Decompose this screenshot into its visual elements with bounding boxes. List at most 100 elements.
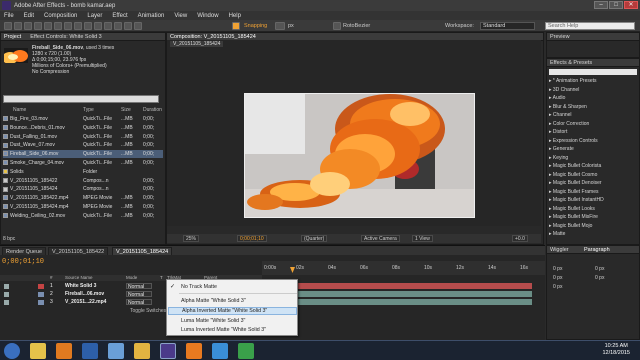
puppet-tool-icon[interactable] bbox=[134, 22, 142, 30]
text-tool-icon[interactable] bbox=[84, 22, 92, 30]
effects-category-item[interactable]: ▸ Generate bbox=[549, 146, 574, 152]
effects-category-item[interactable]: ▸ Magic Bullet InstantHD bbox=[549, 197, 604, 203]
start-button[interactable] bbox=[4, 343, 20, 359]
project-list-item[interactable]: V_20151105_185422.mp4 MPEG Movie ...MB 0;00… bbox=[3, 194, 163, 202]
layer-duration-bar[interactable] bbox=[264, 299, 532, 305]
layer-mode-select[interactable]: Normal bbox=[126, 283, 152, 290]
effects-category-item[interactable]: ▸ Audio bbox=[549, 95, 565, 101]
menu-effect[interactable]: Effect bbox=[112, 13, 127, 19]
viewer-timecode[interactable]: 0;00;01;10 bbox=[237, 235, 267, 242]
tab-project[interactable]: Project bbox=[4, 34, 21, 40]
effects-category-item[interactable]: ▸ Magic Bullet Mojo bbox=[549, 223, 592, 229]
column-type[interactable]: Type bbox=[83, 107, 94, 113]
pan-behind-tool-icon[interactable] bbox=[54, 22, 62, 30]
camera-select[interactable]: Active Camera bbox=[361, 235, 400, 242]
effects-category-item[interactable]: ▸ Channel bbox=[549, 112, 572, 118]
visibility-eye-icon[interactable] bbox=[4, 300, 9, 305]
effects-category-item[interactable]: ▸ 3D Channel bbox=[549, 87, 579, 93]
project-list-item[interactable]: Solids Folder bbox=[3, 168, 163, 176]
layer-mode-select[interactable]: Normal bbox=[126, 291, 152, 298]
effects-category-item[interactable]: ▸ Blur & Sharpen bbox=[549, 104, 587, 110]
camera-tool-icon[interactable] bbox=[44, 22, 52, 30]
layer-duration-bar[interactable] bbox=[264, 291, 532, 297]
effects-category-item[interactable]: ▸ * Animation Presets bbox=[549, 78, 597, 84]
effects-category-item[interactable]: ▸ Matte bbox=[549, 231, 565, 237]
bpc-indicator[interactable]: 8 bpc bbox=[3, 236, 15, 242]
col-source-name[interactable]: Source Name bbox=[65, 275, 93, 280]
system-clock[interactable]: 10:25 AM 12/18/2015 bbox=[602, 343, 630, 357]
project-list-item[interactable]: V_20151105_185422 Compos...n 0;00; bbox=[3, 177, 163, 185]
effects-category-item[interactable]: ▸ Magic Bullet MisFire bbox=[549, 214, 598, 220]
tab-preview[interactable]: Preview bbox=[547, 33, 639, 41]
tab-effect-controls[interactable]: Effect Controls: White Solid 3 bbox=[30, 34, 101, 40]
menu-layer[interactable]: Layer bbox=[87, 13, 102, 19]
menu-item-luma-matte[interactable]: Luma Matte "White Solid 3" bbox=[181, 318, 245, 324]
selection-tool-icon[interactable] bbox=[4, 22, 12, 30]
menu-item-luma-inverted-matte[interactable]: Luma Inverted Matte "White Solid 3" bbox=[181, 327, 266, 333]
playhead-icon[interactable] bbox=[290, 267, 295, 273]
menu-item-alpha-matte[interactable]: Alpha Matte "White Solid 3" bbox=[181, 298, 246, 304]
pen-tool-icon[interactable] bbox=[74, 22, 82, 30]
folder-icon[interactable] bbox=[134, 343, 150, 359]
layer-duration-bar[interactable] bbox=[264, 283, 532, 289]
effects-category-item[interactable]: ▸ Distort bbox=[549, 129, 567, 135]
zoom-select[interactable]: 25% bbox=[183, 235, 200, 242]
view-layout-select[interactable]: 1 View bbox=[412, 235, 433, 242]
search-help-input[interactable]: Search Help bbox=[545, 22, 635, 30]
menu-item-no-track-matte[interactable]: No Track Matte bbox=[181, 284, 217, 290]
layer-label-color[interactable] bbox=[38, 292, 44, 297]
layer-name[interactable]: V_20151...22.mp4 bbox=[65, 299, 106, 306]
tab-effects-presets[interactable]: Effects & Presets bbox=[547, 59, 639, 67]
menu-composition[interactable]: Composition bbox=[44, 13, 77, 19]
mask-tool-icon[interactable] bbox=[64, 22, 72, 30]
layer-name[interactable]: White Solid 3 bbox=[65, 283, 96, 290]
visibility-eye-icon[interactable] bbox=[4, 292, 9, 297]
effects-category-item[interactable]: ▸ Magic Bullet Colorista bbox=[549, 163, 601, 169]
layer-mode-select[interactable]: Normal bbox=[126, 299, 152, 306]
blender-icon[interactable] bbox=[186, 343, 202, 359]
effects-category-item[interactable]: ▸ Expression Controls bbox=[549, 138, 598, 144]
col-mode[interactable]: Mode bbox=[126, 275, 137, 280]
visibility-eye-icon[interactable] bbox=[4, 284, 9, 289]
menu-help[interactable]: Help bbox=[229, 13, 241, 19]
rotobezier-checkbox[interactable] bbox=[333, 22, 341, 30]
zoom-tool-icon[interactable] bbox=[24, 22, 32, 30]
column-size[interactable]: Size bbox=[121, 107, 131, 113]
paragraph-indent-value[interactable]: 0 px bbox=[553, 275, 562, 281]
aftereffects-icon[interactable] bbox=[160, 343, 176, 359]
explorer-icon[interactable] bbox=[108, 343, 124, 359]
effects-category-item[interactable]: ▸ Magic Bullet Frames bbox=[549, 189, 598, 195]
snap-icon[interactable] bbox=[275, 22, 285, 30]
paragraph-indent-value[interactable]: 0 px bbox=[595, 275, 604, 281]
project-search-input[interactable] bbox=[3, 95, 159, 103]
time-ruler[interactable] bbox=[262, 261, 545, 275]
chrome-icon[interactable] bbox=[30, 343, 46, 359]
workspace-select[interactable]: Standard bbox=[480, 22, 535, 30]
firefox-icon[interactable] bbox=[56, 343, 72, 359]
project-list-item[interactable]: V_20151105_185424.mp4 MPEG Movie ...MB 0;00… bbox=[3, 203, 163, 211]
hand-tool-icon[interactable] bbox=[14, 22, 22, 30]
effects-category-item[interactable]: ▸ Color Correction bbox=[549, 121, 589, 127]
roto-brush-tool-icon[interactable] bbox=[124, 22, 132, 30]
project-list-item[interactable]: Dust_Wave_07.mov QuickTi...File ...MB 0;00; bbox=[3, 141, 163, 149]
rotate-tool-icon[interactable] bbox=[34, 22, 42, 30]
brush-tool-icon[interactable] bbox=[94, 22, 102, 30]
tab-comp-185424[interactable]: V_20151105_185424 bbox=[112, 247, 173, 255]
layer-label-color[interactable] bbox=[38, 284, 44, 289]
eraser-tool-icon[interactable] bbox=[114, 22, 122, 30]
ie-icon[interactable] bbox=[212, 343, 228, 359]
minimize-button[interactable]: – bbox=[594, 1, 608, 9]
layer-name[interactable]: Fireball...06.mov bbox=[65, 291, 104, 298]
tab-render-queue[interactable]: Render Queue bbox=[2, 247, 47, 255]
snapping-checkbox[interactable] bbox=[232, 22, 240, 30]
menu-file[interactable]: File bbox=[4, 13, 14, 19]
menu-view[interactable]: View bbox=[174, 13, 187, 19]
tab-wiggler[interactable]: Wiggler bbox=[550, 247, 569, 253]
menu-window[interactable]: Window bbox=[197, 13, 218, 19]
close-button[interactable]: ✕ bbox=[624, 1, 638, 9]
project-list-item[interactable]: Smoke_Charge_04.mov QuickTi...File ...MB 0;… bbox=[3, 159, 163, 167]
column-name[interactable]: Name bbox=[13, 107, 26, 113]
menu-edit[interactable]: Edit bbox=[24, 13, 34, 19]
effects-category-item[interactable]: ▸ Keying bbox=[549, 155, 568, 161]
effects-category-item[interactable]: ▸ Magic Bullet Denoiser bbox=[549, 180, 602, 186]
